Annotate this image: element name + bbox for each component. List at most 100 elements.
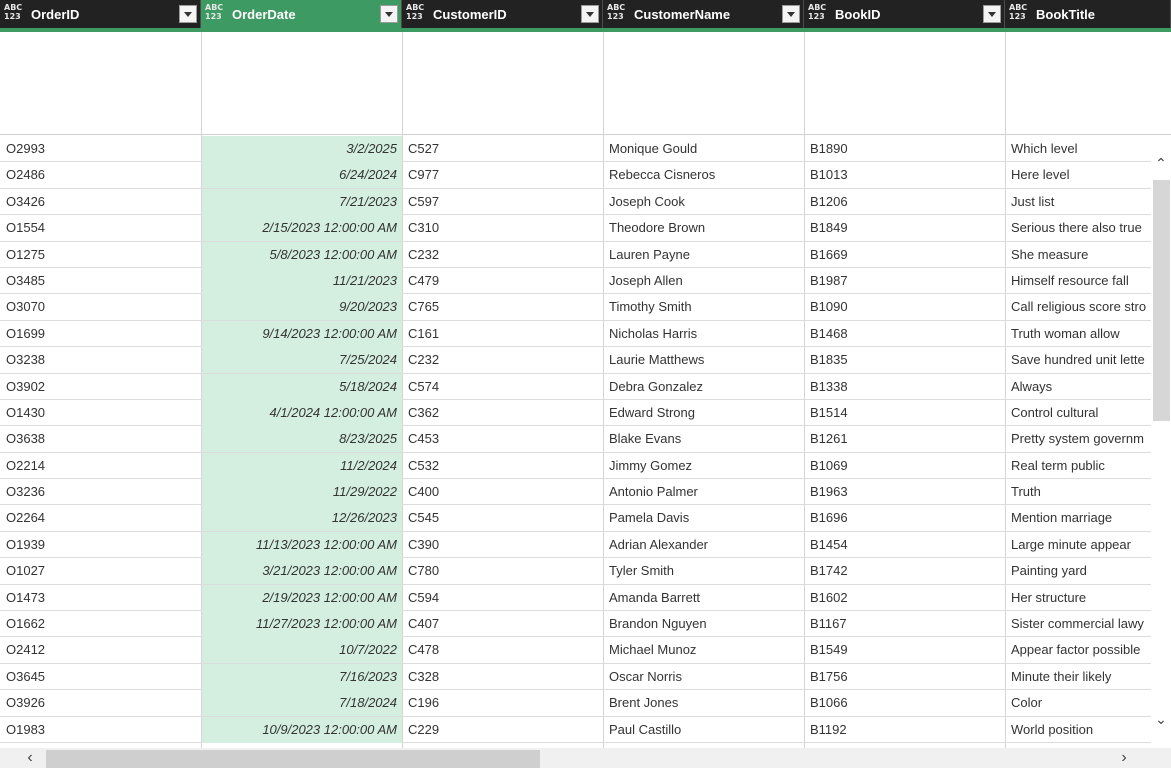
cell-customerid[interactable]: C196 [403, 690, 603, 716]
cell-customerid[interactable]: C479 [403, 268, 603, 294]
cell-customername[interactable]: Michael Munoz [604, 637, 804, 663]
cell-customername[interactable]: Nicholas Harris [604, 321, 804, 347]
cell-orderdate[interactable]: 5/8/2023 12:00:00 AM [202, 241, 402, 268]
cell-customername[interactable]: Edward Strong [604, 400, 804, 426]
cell-bookid[interactable]: B1890 [805, 136, 1005, 162]
cell-bookid[interactable]: B1066 [805, 690, 1005, 716]
cell-orderdate[interactable]: 11/29/2022 [202, 479, 402, 506]
cell-booktitle[interactable]: World position [1006, 717, 1171, 743]
cell-orderid[interactable]: O3638 [1, 426, 201, 452]
cell-bookid[interactable]: B1167 [805, 611, 1005, 637]
cell-customername[interactable]: Monique Gould [604, 136, 804, 162]
cell-bookid[interactable]: B1756 [805, 664, 1005, 690]
cell-orderdate[interactable]: 2/15/2023 12:00:00 AM [202, 215, 402, 242]
chevron-down-icon[interactable]: ⌄ [1153, 712, 1169, 726]
column-header-customername[interactable]: ABC 123 CustomerName [603, 0, 804, 28]
cell-customername[interactable]: Rebecca Cisneros [604, 162, 804, 188]
cell-orderid[interactable]: O1939 [1, 532, 201, 558]
cell-bookid[interactable]: B1835 [805, 347, 1005, 373]
cell-booktitle[interactable]: Large minute appear [1006, 532, 1171, 558]
cell-bookid[interactable]: B1206 [805, 189, 1005, 215]
cell-customername[interactable]: Jimmy Gomez [604, 453, 804, 479]
column-header-booktitle[interactable]: ABC 123 BookTitle [1005, 0, 1171, 28]
cell-customername[interactable]: Tyler Smith [604, 558, 804, 584]
column-header-orderdate[interactable]: ABC 123 OrderDate [201, 0, 402, 28]
cell-customername[interactable]: Brandon Nguyen [604, 611, 804, 637]
cell-orderdate[interactable]: 2/19/2023 12:00:00 AM [202, 584, 402, 611]
cell-customerid[interactable]: C597 [403, 189, 603, 215]
cell-orderdate[interactable]: 11/2/2024 [202, 452, 402, 479]
cell-booktitle[interactable]: Always [1006, 374, 1171, 400]
cell-bookid[interactable]: B1069 [805, 453, 1005, 479]
cell-bookid[interactable]: B1013 [805, 162, 1005, 188]
cell-customerid[interactable]: C574 [403, 374, 603, 400]
cell-orderid[interactable]: O3902 [1, 374, 201, 400]
cell-bookid[interactable]: B1602 [805, 585, 1005, 611]
chevron-up-icon[interactable]: ⌃ [1153, 156, 1169, 170]
cell-booktitle[interactable]: Her structure [1006, 585, 1171, 611]
cell-orderdate[interactable]: 6/24/2024 [202, 162, 402, 189]
cell-orderid[interactable]: O1983 [1, 717, 201, 743]
cell-orderdate[interactable]: 7/18/2024 [202, 690, 402, 717]
cell-orderdate[interactable]: 7/16/2023 [202, 663, 402, 690]
cell-booktitle[interactable]: Save hundred unit lette [1006, 347, 1171, 373]
cell-booktitle[interactable]: Minute their likely [1006, 664, 1171, 690]
cell-booktitle[interactable]: She measure [1006, 242, 1171, 268]
chevron-right-icon[interactable]: › [1116, 750, 1132, 766]
cell-orderid[interactable]: O1662 [1, 611, 201, 637]
cell-bookid[interactable]: B1514 [805, 400, 1005, 426]
cell-customername[interactable]: Theodore Brown [604, 215, 804, 241]
cell-booktitle[interactable]: Truth woman allow [1006, 321, 1171, 347]
filter-dropdown-icon[interactable] [380, 5, 398, 23]
filter-dropdown-icon[interactable] [983, 5, 1001, 23]
chevron-left-icon[interactable]: ‹ [22, 750, 38, 766]
cell-orderdate[interactable]: 7/21/2023 [202, 188, 402, 215]
cell-customername[interactable]: Joseph Cook [604, 189, 804, 215]
vertical-scroll-thumb[interactable] [1153, 180, 1170, 421]
type-any-icon[interactable]: ABC 123 [4, 3, 26, 21]
column-header-orderid[interactable]: ABC 123 OrderID [0, 0, 201, 28]
cell-orderid[interactable]: O2412 [1, 637, 201, 663]
filter-dropdown-icon[interactable] [581, 5, 599, 23]
cell-bookid[interactable]: B1549 [805, 637, 1005, 663]
column-header-bookid[interactable]: ABC 123 BookID [804, 0, 1005, 28]
cell-bookid[interactable]: B1090 [805, 294, 1005, 320]
cell-customername[interactable]: Laurie Matthews [604, 347, 804, 373]
cell-bookid[interactable]: B1987 [805, 268, 1005, 294]
cell-booktitle[interactable]: Sister commercial lawy [1006, 611, 1171, 637]
cell-orderid[interactable]: O2486 [1, 162, 201, 188]
cell-customerid[interactable]: C328 [403, 664, 603, 690]
cell-orderdate[interactable]: 10/7/2022 [202, 637, 402, 664]
cell-orderid[interactable]: O3238 [1, 347, 201, 373]
cell-customername[interactable]: Lauren Payne [604, 242, 804, 268]
cell-customername[interactable]: Paul Castillo [604, 717, 804, 743]
cell-customername[interactable]: Antonio Palmer [604, 479, 804, 505]
cell-bookid[interactable]: B1696 [805, 505, 1005, 531]
cell-orderid[interactable]: O1699 [1, 321, 201, 347]
cell-customername[interactable]: Debra Gonzalez [604, 374, 804, 400]
cell-customerid[interactable]: C478 [403, 637, 603, 663]
cell-bookid[interactable]: B1192 [805, 717, 1005, 743]
cell-bookid[interactable]: B1849 [805, 215, 1005, 241]
cell-orderid[interactable]: O1275 [1, 242, 201, 268]
cell-orderid[interactable]: O1027 [1, 558, 201, 584]
cell-booktitle[interactable]: Real term public [1006, 453, 1171, 479]
cell-customername[interactable]: Joseph Allen [604, 268, 804, 294]
cell-booktitle[interactable]: Which level [1006, 136, 1171, 162]
cell-booktitle[interactable]: Color [1006, 690, 1171, 716]
cell-customername[interactable]: Amanda Barrett [604, 585, 804, 611]
cell-customerid[interactable]: C232 [403, 347, 603, 373]
cell-bookid[interactable]: B1468 [805, 321, 1005, 347]
cell-customername[interactable]: Adrian Alexander [604, 532, 804, 558]
cell-booktitle[interactable]: Here level [1006, 162, 1171, 188]
cell-orderdate[interactable]: 10/9/2023 12:00:00 AM [202, 716, 402, 743]
cell-booktitle[interactable]: Truth [1006, 479, 1171, 505]
cell-orderid[interactable]: O1554 [1, 215, 201, 241]
type-any-icon[interactable]: ABC 123 [205, 3, 227, 21]
cell-orderdate[interactable]: 3/2/2025 [202, 136, 402, 162]
cell-customerid[interactable]: C232 [403, 242, 603, 268]
cell-orderid[interactable]: O1430 [1, 400, 201, 426]
cell-customerid[interactable]: C545 [403, 505, 603, 531]
cell-orderid[interactable]: O3926 [1, 690, 201, 716]
cell-customerid[interactable]: C310 [403, 215, 603, 241]
